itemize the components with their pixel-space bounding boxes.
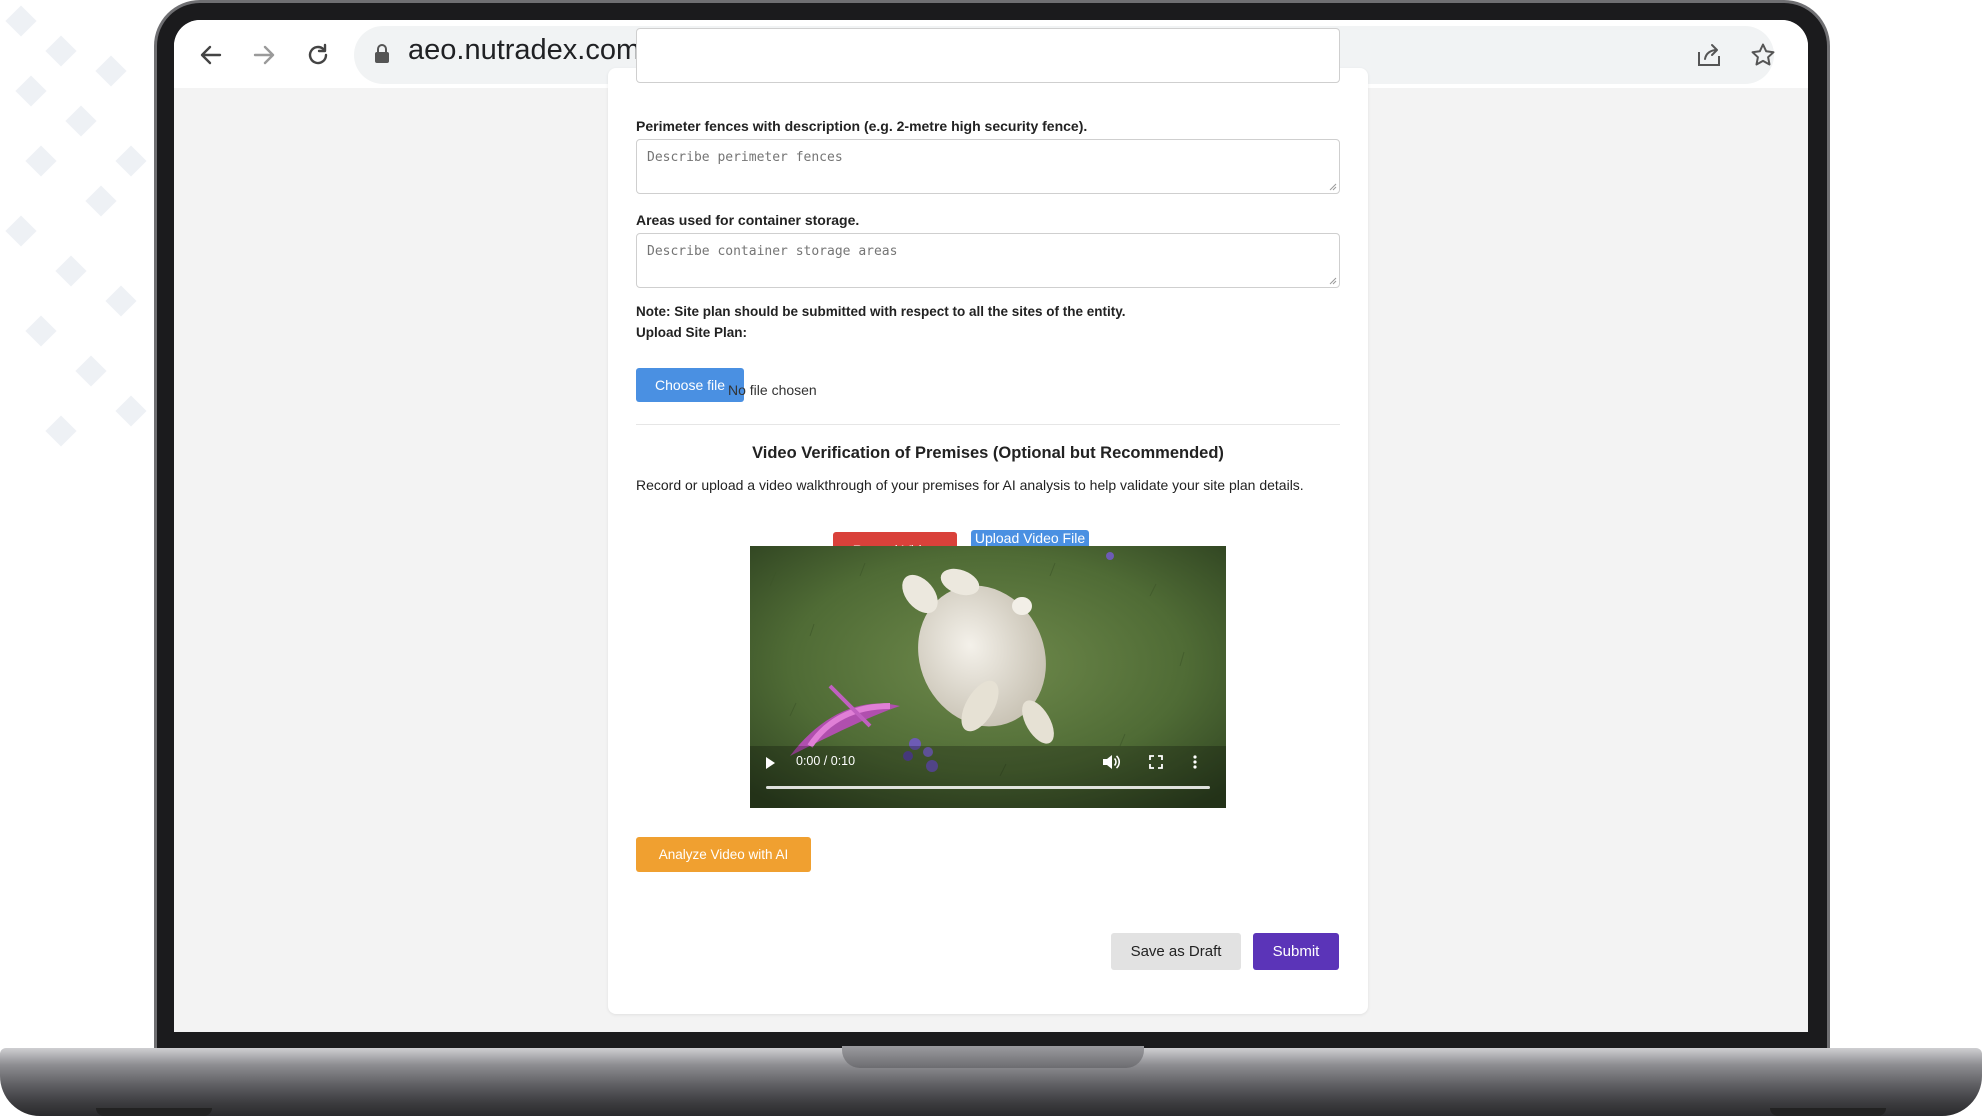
play-icon[interactable] — [764, 756, 776, 770]
video-player[interactable]: 0:00 / 0:10 — [750, 546, 1226, 808]
video-section-description: Record or upload a video walkthrough of … — [636, 477, 1304, 493]
video-section-title: Video Verification of Premises (Optional… — [752, 444, 1224, 462]
volume-icon[interactable] — [1102, 754, 1120, 770]
resize-handle-icon[interactable] — [1329, 277, 1337, 285]
video-progress-bar[interactable] — [766, 786, 1210, 789]
more-options-icon[interactable] — [1192, 754, 1198, 770]
reload-icon[interactable] — [301, 38, 335, 72]
share-icon[interactable] — [1692, 38, 1726, 72]
laptop-screen: aeo.nutradex.com Perimeter fences with d… — [174, 20, 1808, 1032]
storage-label: Areas used for container storage. — [636, 212, 860, 228]
forward-arrow-icon[interactable] — [247, 38, 281, 72]
analyze-video-button[interactable]: Analyze Video with AI — [636, 837, 811, 872]
background-pattern — [5, 5, 147, 447]
file-status: No file chosen — [728, 382, 817, 398]
resize-handle-icon[interactable] — [1329, 183, 1337, 191]
section-divider — [636, 424, 1340, 425]
lock-icon — [374, 44, 390, 69]
star-icon[interactable] — [1746, 38, 1780, 72]
laptop-notch — [842, 1046, 1144, 1068]
perimeter-textarea[interactable]: Describe perimeter fences — [636, 139, 1340, 194]
storage-textarea[interactable]: Describe container storage areas — [636, 233, 1340, 288]
video-time: 0:00 / 0:10 — [796, 754, 856, 768]
form-card: Perimeter fences with description (e.g. … — [608, 28, 1368, 1014]
page-content: Perimeter fences with description (e.g. … — [174, 28, 1808, 1032]
perimeter-placeholder: Describe perimeter fences — [647, 150, 843, 165]
fullscreen-icon[interactable] — [1148, 754, 1164, 770]
laptop-foot-left — [96, 1108, 212, 1116]
storage-placeholder: Describe container storage areas — [647, 244, 898, 259]
submit-button[interactable]: Submit — [1253, 933, 1339, 970]
upload-site-plan-label: Upload Site Plan: — [636, 325, 748, 340]
save-draft-button[interactable]: Save as Draft — [1111, 933, 1241, 970]
site-plan-note: Note: Site plan should be submitted with… — [636, 304, 1126, 319]
perimeter-label: Perimeter fences with description (e.g. … — [636, 118, 1088, 134]
screenshot-stage: aeo.nutradex.com Perimeter fences with d… — [0, 0, 1982, 1116]
laptop-foot-right — [1770, 1108, 1886, 1116]
previous-textarea[interactable] — [636, 28, 1340, 83]
url-text[interactable]: aeo.nutradex.com — [408, 34, 640, 67]
back-arrow-icon[interactable] — [194, 38, 228, 72]
